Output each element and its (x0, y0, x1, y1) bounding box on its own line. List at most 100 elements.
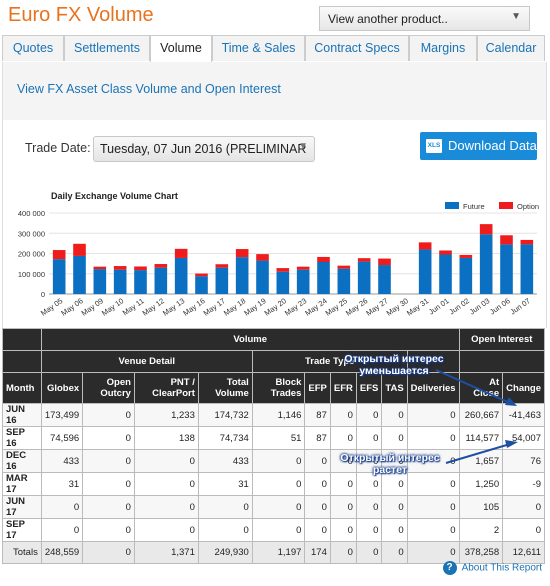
cell-total-volume: 174,732 (197, 403, 253, 427)
tab-time-sales[interactable]: Time & Sales (212, 35, 305, 61)
bar-option (337, 265, 351, 269)
y-tick-label: 0 (41, 290, 45, 299)
cell-change: -9 (502, 472, 545, 496)
tab-calendar[interactable]: Calendar (477, 35, 545, 61)
cell-total-volume: 0 (197, 518, 253, 542)
product-select[interactable]: View another product.. ▼ (319, 6, 530, 31)
col-header-total-volume: Total Volume (197, 372, 253, 404)
cell-deliveries: 0 (406, 403, 460, 427)
bar-option (215, 264, 229, 268)
cell-month: JUN 17 (2, 495, 42, 519)
col-header-change: Change (502, 372, 545, 404)
bar-option (418, 242, 432, 250)
about-report-label: About This Report (461, 562, 542, 574)
cell-efr: 0 (329, 426, 357, 450)
cell-change: 54,007 (502, 426, 545, 450)
cell-total-volume: 31 (197, 472, 253, 496)
cell-efr: 0 (329, 518, 357, 542)
cell-tas: 0 (381, 518, 408, 542)
col-header-efp: EFP (304, 372, 331, 404)
bar-option (439, 250, 452, 255)
cell-total-volume: 74,734 (197, 426, 253, 450)
bar-future (174, 257, 188, 294)
cell-deliveries: 0 (406, 518, 460, 542)
venue-detail-header: Venue Detail (40, 350, 253, 373)
bar-future (256, 260, 269, 294)
totals-cell-efr: 0 (329, 541, 357, 564)
table-row: MAR 17 31 0 0 31 0 0 0 0 0 0 1,250 -9 (2, 472, 545, 496)
x-tick-label: May 06 (59, 296, 84, 317)
cell-tas: 0 (381, 403, 408, 427)
tab-settlements[interactable]: Settlements (64, 35, 150, 61)
totals-cell-month: Totals (2, 541, 42, 564)
col-header-month: Month (2, 372, 42, 404)
y-tick-label: 200 000 (18, 250, 45, 259)
col-header-at-close: At Close (458, 372, 504, 404)
tab-margins[interactable]: Margins (409, 35, 477, 61)
bar-option (276, 268, 290, 272)
asset-class-link[interactable]: View FX Asset Class Volume and Open Inte… (17, 82, 281, 96)
chart-title: Daily Exchange Volume Chart (51, 191, 178, 201)
bar-future (439, 254, 452, 294)
x-tick-label: Jun 03 (468, 296, 492, 316)
about-report-link[interactable]: ? About This Report (442, 561, 542, 575)
y-tick-label: 400 000 (18, 209, 45, 218)
cell-block-trades: 51 (251, 426, 306, 450)
bar-option (235, 249, 249, 258)
bar-option (93, 266, 107, 270)
cell-pnt-clearport: 1,233 (133, 403, 199, 427)
tab-contract-specs[interactable]: Contract Specs (305, 35, 409, 61)
bar-future (479, 234, 493, 294)
bar-future (154, 267, 168, 294)
cell-block-trades: 0 (251, 518, 306, 542)
bar-option (520, 239, 534, 245)
cell-deliveries: 0 (406, 426, 460, 450)
cell-efr: 0 (329, 403, 357, 427)
cell-pnt-clearport: 0 (133, 495, 199, 519)
x-tick-label: Jun 06 (488, 296, 512, 316)
col-header-deliveries: Deliveries (406, 372, 460, 404)
asset-class-band: View FX Asset Class Volume and Open Inte… (2, 62, 547, 120)
cell-open-outcry: 0 (82, 403, 135, 427)
cell-tas: 0 (381, 495, 408, 519)
download-data-button[interactable]: XLS Download Data (420, 132, 537, 160)
cell-change: -41,463 (502, 403, 545, 427)
bar-future (93, 269, 107, 294)
col-header-tas: TAS (381, 372, 408, 404)
trade-date-bar: Trade Date: Tuesday, 07 Jun 2016 (PRELIM… (2, 120, 547, 181)
x-tick-label: Jun 01 (427, 296, 451, 316)
cell-total-volume: 433 (197, 449, 253, 473)
x-tick-label: May 17 (202, 296, 227, 317)
x-tick-label: May 16 (181, 296, 206, 317)
table-row: JUN 16 173,499 0 1,233 174,732 1,146 87 0 0 0 0 260… (2, 403, 545, 427)
cell-efr: 0 (329, 495, 357, 519)
tab-quotes[interactable]: Quotes (2, 35, 64, 61)
tab-volume[interactable]: Volume (150, 35, 212, 63)
cell-pnt-clearport: 138 (133, 426, 199, 450)
bar-future (520, 244, 534, 294)
x-tick-label: May 26 (344, 296, 369, 317)
cell-globex: 31 (40, 472, 84, 496)
x-tick-label: May 31 (405, 296, 430, 317)
empty-header-cell (2, 350, 42, 373)
x-tick-label: May 23 (283, 296, 308, 317)
cell-month: JUN 16 (2, 403, 42, 427)
col-header-pnt-clearport: PNT / ClearPort (133, 372, 199, 404)
cell-pnt-clearport: 0 (133, 472, 199, 496)
cell-efp: 0 (304, 518, 331, 542)
totals-cell-efs: 0 (355, 541, 383, 564)
empty-header-cell (2, 328, 42, 351)
cell-tas: 0 (381, 426, 408, 450)
cell-globex: 0 (40, 495, 84, 519)
bar-option (459, 254, 473, 258)
bar-option (500, 235, 513, 245)
bar-future (459, 257, 473, 294)
cell-deliveries: 0 (406, 495, 460, 519)
cell-globex: 433 (40, 449, 84, 473)
chevron-down-icon: ▼ (298, 141, 308, 152)
bar-future (215, 267, 229, 294)
x-tick-label: May 12 (141, 296, 166, 317)
product-select-label: View another product.. (328, 12, 448, 26)
trade-date-select[interactable]: Tuesday, 07 Jun 2016 (PRELIMINAR ▼ (93, 136, 315, 162)
cell-open-outcry: 0 (82, 518, 135, 542)
